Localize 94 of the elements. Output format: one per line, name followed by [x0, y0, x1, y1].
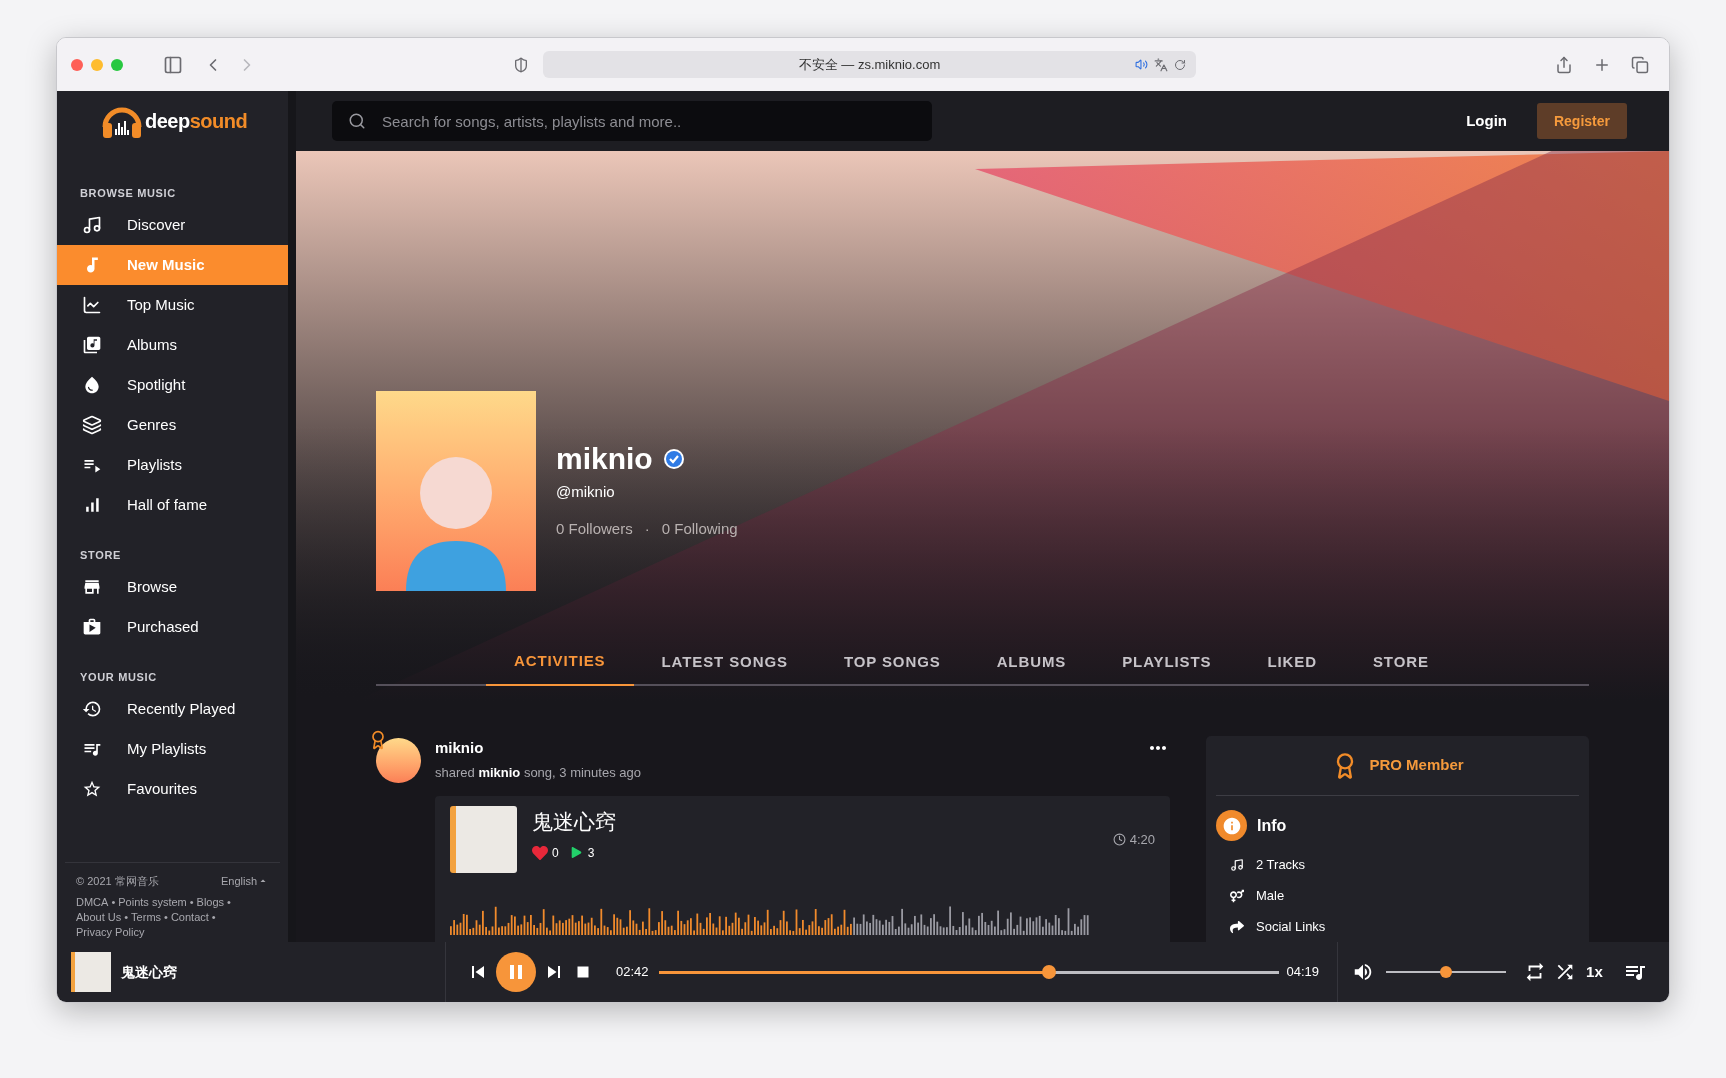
info-item: Male	[1256, 886, 1285, 905]
sidebar-item[interactable]: Albums	[57, 325, 288, 365]
profile-tab[interactable]: LIKED	[1239, 638, 1345, 686]
separator-dot: •	[164, 910, 168, 925]
player-song-title[interactable]: 鬼迷心窍	[121, 961, 177, 983]
address-text: 不安全 — zs.miknio.com	[798, 55, 941, 74]
info-item: 2 Tracks	[1256, 855, 1306, 874]
user-avatar[interactable]	[376, 738, 421, 783]
history-icon	[82, 699, 102, 719]
play-icon[interactable]	[570, 847, 582, 858]
profile-tab[interactable]: LATEST SONGS	[633, 638, 816, 686]
following-count[interactable]: 0 Following	[661, 517, 738, 540]
translate-icon[interactable]	[1154, 57, 1168, 72]
sidebar-item[interactable]: My Playlists	[57, 729, 288, 769]
music-notes-icon	[82, 215, 102, 235]
section-heading: BROWSE MUSIC	[79, 185, 177, 201]
sidebar-item[interactable]: Browse	[57, 567, 288, 607]
store-icon	[82, 577, 102, 597]
reload-icon[interactable]	[1174, 58, 1186, 71]
address-bar[interactable]: 不安全 — zs.miknio.com	[543, 51, 1196, 78]
info-item: Social Links	[1256, 917, 1326, 936]
info-icon	[1216, 810, 1247, 841]
drop-icon	[82, 375, 102, 395]
footer-link[interactable]: Contact	[170, 910, 209, 925]
heart-icon[interactable]	[532, 844, 548, 861]
profile-tab[interactable]: TOP SONGS	[815, 638, 969, 686]
sidebar-toggle-icon[interactable]	[163, 54, 183, 75]
speaker-icon[interactable]	[1135, 58, 1148, 71]
separator-dot: •	[227, 895, 231, 910]
language-selector[interactable]: English	[220, 872, 269, 889]
separator-dot: ·	[644, 518, 650, 539]
gender-icon	[1230, 888, 1244, 903]
activity-username[interactable]: miknio	[435, 736, 484, 760]
profile-tab[interactable]: PLAYLISTS	[1094, 638, 1240, 686]
play-pause-button[interactable]	[496, 952, 536, 992]
footer-link[interactable]: Points system	[118, 895, 187, 910]
star-icon	[82, 779, 102, 799]
activity-description: shared miknio song, 3 minutes ago	[435, 765, 641, 780]
search-field[interactable]: Search for songs, artists, playlists and more..	[332, 101, 932, 141]
sidebar-item[interactable]: Genres	[57, 405, 288, 445]
footer-link[interactable]: About Us	[76, 910, 122, 925]
music-library-icon	[82, 335, 102, 355]
playback-speed[interactable]: 1x	[1586, 960, 1603, 984]
sidebar-item[interactable]: Hall of fame	[57, 485, 288, 525]
logo-text: deepsound	[145, 109, 248, 134]
sidebar-item[interactable]: Playlists	[57, 445, 288, 485]
line-chart-icon	[82, 295, 102, 315]
profile-handle: @miknio	[556, 482, 616, 502]
volume-slider[interactable]	[1386, 966, 1507, 978]
volume-handle[interactable]	[1440, 966, 1453, 978]
layers-icon	[82, 415, 102, 435]
sidebar-item[interactable]: Discover	[57, 205, 288, 245]
footer-link[interactable]: DMCA	[76, 895, 109, 910]
profile-tab[interactable]: ALBUMS	[968, 638, 1095, 686]
footer-link[interactable]: Privacy Policy	[76, 925, 145, 940]
plays-count: 3	[587, 844, 595, 862]
sidebar-item[interactable]: Favourites	[57, 769, 288, 809]
close-window-button[interactable]	[71, 58, 83, 71]
search-icon	[348, 112, 366, 130]
shield-icon[interactable]	[513, 56, 529, 73]
progress-slider[interactable]	[658, 965, 1279, 979]
section-heading: YOUR MUSIC	[79, 669, 158, 685]
profile-name: miknio	[556, 441, 653, 477]
song-title[interactable]: 鬼迷心窍	[532, 810, 616, 833]
pro-member-title: PRO Member	[1369, 755, 1464, 776]
login-button[interactable]: Login	[1466, 109, 1507, 133]
total-time: 04:19	[1286, 963, 1320, 982]
likes-count: 0	[552, 844, 559, 862]
separator-dot: •	[124, 910, 129, 925]
register-button[interactable]: Register	[1536, 103, 1627, 139]
share-arrow-icon	[1230, 919, 1244, 934]
section-heading: STORE	[79, 547, 122, 563]
progress-handle[interactable]	[1042, 965, 1057, 979]
followers-count[interactable]: 0 Followers	[556, 517, 633, 540]
info-heading: Info	[1257, 815, 1287, 836]
share-icon[interactable]	[1555, 55, 1573, 74]
footer-link[interactable]: Blogs	[196, 895, 225, 910]
tabs-overview-icon[interactable]	[1631, 55, 1649, 74]
copyright-text: © 2021 常网音乐	[76, 873, 159, 889]
music-notes-icon	[1230, 857, 1244, 872]
separator-dot: •	[189, 895, 194, 910]
sidebar-item[interactable]: Purchased	[57, 607, 288, 647]
profile-tab[interactable]: ACTIVITIES	[486, 638, 634, 686]
clock-icon	[1112, 833, 1126, 847]
sidebar-item[interactable]: Spotlight	[57, 365, 288, 405]
footer-link[interactable]: Terms	[131, 910, 162, 925]
separator-dot: •	[111, 895, 116, 910]
sidebar-item[interactable]: Top Music	[57, 285, 288, 325]
elapsed-time: 02:42	[616, 963, 649, 982]
song-duration: 4:20	[1129, 831, 1155, 849]
shopping-bag-icon	[82, 617, 102, 637]
separator-dot: •	[211, 910, 216, 925]
sidebar-item[interactable]: Recently Played	[57, 689, 288, 729]
profile-tab[interactable]: STORE	[1344, 638, 1457, 686]
